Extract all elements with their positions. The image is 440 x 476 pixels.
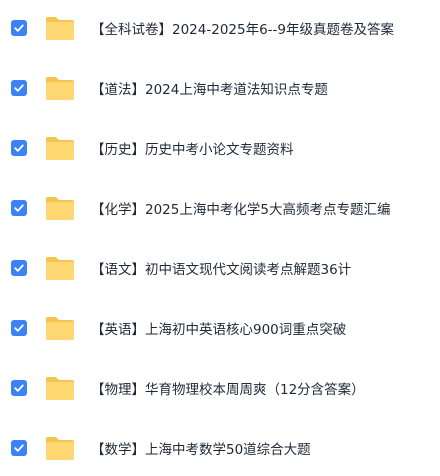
folder-icon bbox=[44, 314, 76, 342]
checkbox-checked[interactable] bbox=[11, 260, 27, 276]
file-name[interactable]: 【数学】上海中考数学50道综合大题 bbox=[91, 438, 311, 458]
file-name[interactable]: 【全科试卷】2024-2025年6--9年级真题卷及答案 bbox=[91, 18, 394, 38]
file-name[interactable]: 【物理】华育物理校本周周爽（12分含答案） bbox=[91, 378, 365, 398]
file-name[interactable]: 【语文】初中语文现代文阅读考点解题36计 bbox=[91, 258, 351, 278]
folder-icon bbox=[44, 14, 76, 42]
check-icon bbox=[14, 24, 24, 32]
file-row[interactable]: 【物理】华育物理校本周周爽（12分含答案） bbox=[0, 360, 440, 416]
check-icon bbox=[14, 204, 24, 212]
file-row[interactable]: 【道法】2024上海中考道法知识点专题 bbox=[0, 60, 440, 116]
folder-icon bbox=[44, 434, 76, 462]
folder-icon bbox=[44, 74, 76, 102]
checkbox-checked[interactable] bbox=[11, 200, 27, 216]
file-row[interactable]: 【全科试卷】2024-2025年6--9年级真题卷及答案 bbox=[0, 0, 440, 56]
check-icon bbox=[14, 444, 24, 452]
checkbox-checked[interactable] bbox=[11, 440, 27, 456]
checkbox-checked[interactable] bbox=[11, 380, 27, 396]
check-icon bbox=[14, 264, 24, 272]
file-name[interactable]: 【化学】2025上海中考化学5大高频考点专题汇编 bbox=[91, 198, 390, 218]
checkbox-checked[interactable] bbox=[11, 20, 27, 36]
file-row[interactable]: 【英语】上海初中英语核心900词重点突破 bbox=[0, 300, 440, 356]
folder-icon bbox=[44, 254, 76, 282]
file-list: 【全科试卷】2024-2025年6--9年级真题卷及答案 【道法】2024上海中… bbox=[0, 0, 440, 473]
check-icon bbox=[14, 84, 24, 92]
folder-icon bbox=[44, 374, 76, 402]
check-icon bbox=[14, 144, 24, 152]
file-row[interactable]: 【化学】2025上海中考化学5大高频考点专题汇编 bbox=[0, 180, 440, 236]
folder-icon bbox=[44, 194, 76, 222]
file-name[interactable]: 【英语】上海初中英语核心900词重点突破 bbox=[91, 318, 346, 338]
checkbox-checked[interactable] bbox=[11, 140, 27, 156]
file-row[interactable]: 【数学】上海中考数学50道综合大题 bbox=[0, 420, 440, 476]
file-row[interactable]: 【历史】历史中考小论文专题资料 bbox=[0, 120, 440, 176]
file-row[interactable]: 【语文】初中语文现代文阅读考点解题36计 bbox=[0, 240, 440, 296]
check-icon bbox=[14, 384, 24, 392]
file-name[interactable]: 【道法】2024上海中考道法知识点专题 bbox=[91, 78, 328, 98]
checkbox-checked[interactable] bbox=[11, 320, 27, 336]
checkbox-checked[interactable] bbox=[11, 80, 27, 96]
folder-icon bbox=[44, 134, 76, 162]
file-name[interactable]: 【历史】历史中考小论文专题资料 bbox=[91, 138, 294, 158]
check-icon bbox=[14, 324, 24, 332]
